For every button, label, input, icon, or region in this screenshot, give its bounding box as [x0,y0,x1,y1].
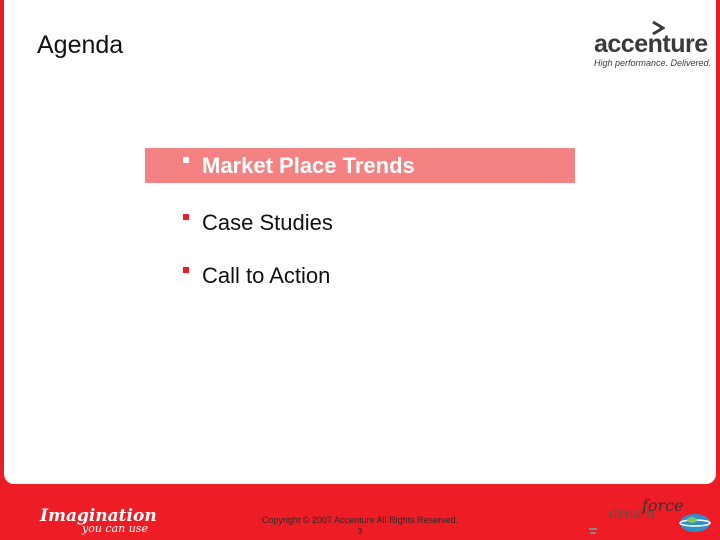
event-logo-year: 07 [682,494,704,514]
agenda-item-label: Call to Action [202,262,331,288]
agenda-item-case-studies[interactable]: Case Studies [145,205,575,240]
page-number: 3 [357,527,363,536]
imagination-brand: Imagination you can use [40,506,160,538]
bullet-icon [183,267,189,273]
brand-line-2: you can use [82,522,148,535]
bullet-icon [183,157,189,163]
agenda-item-label: Case Studies [202,209,333,235]
lightbulb-icon [581,496,605,534]
agenda-item-label: Market Place Trends [202,152,415,178]
agenda-item-call-to-action[interactable]: Call to Action [145,258,575,293]
dreamforce-logo: dream force 07 [576,490,716,538]
bullet-icon [183,214,189,220]
agenda-item-market-place-trends[interactable]: Market Place Trends [145,148,575,183]
copyright-notice: Copyright © 2007 Accenture All Rights Re… [261,515,459,525]
globe-icon [679,514,711,532]
agenda-list: Market Place Trends Case Studies Call to… [0,0,720,320]
